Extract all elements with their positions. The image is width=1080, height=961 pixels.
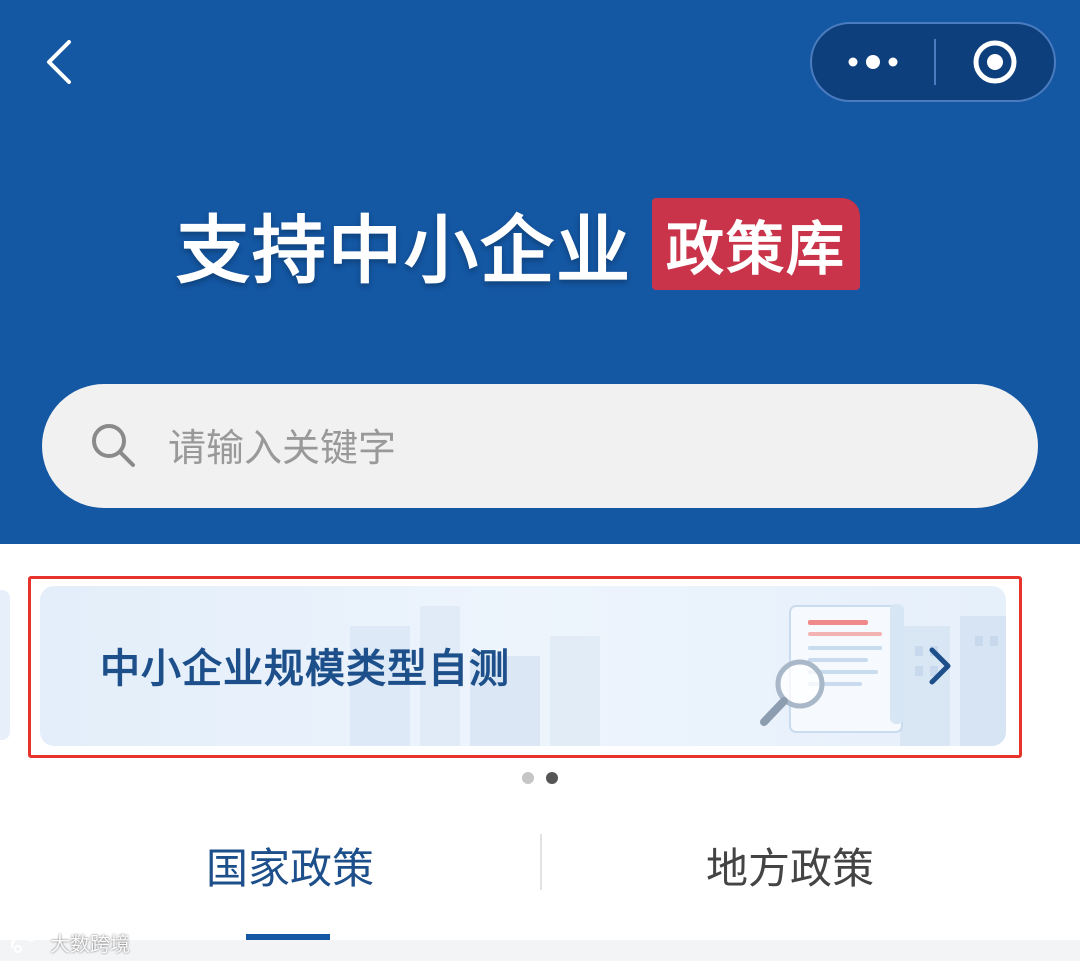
tab-label: 国家政策 — [205, 843, 374, 893]
highlight-outline — [28, 576, 1022, 758]
tab-national-policy[interactable]: 国家政策 — [160, 830, 420, 900]
target-close-icon — [973, 40, 1017, 84]
tab-label: 地方政策 — [705, 843, 874, 893]
title-badge: 政策库 — [652, 198, 861, 290]
carousel-prev-peek — [0, 590, 10, 740]
back-button[interactable] — [28, 30, 88, 94]
watermark-logo-icon — [10, 935, 48, 953]
page-title: 支持中小企业 政策库 — [176, 196, 861, 294]
search-input[interactable] — [168, 418, 988, 478]
watermark-text: 大数跨境 — [50, 931, 130, 956]
tab-active-indicator — [246, 934, 330, 940]
title-main: 支持中小企业 — [176, 207, 632, 294]
tab-local-policy[interactable]: 地方政策 — [660, 830, 920, 900]
search-icon — [92, 424, 135, 467]
more-dots-icon — [848, 55, 898, 69]
carousel-dot-active[interactable] — [546, 772, 558, 784]
chevron-left-icon — [47, 40, 71, 84]
mini-program-capsule — [810, 22, 1056, 102]
content-area-top — [0, 940, 1080, 961]
close-button[interactable] — [936, 24, 1054, 100]
more-button[interactable] — [812, 24, 934, 100]
watermark: 大数跨境 — [8, 928, 130, 956]
carousel-dot[interactable] — [522, 772, 534, 784]
tab-divider — [540, 834, 542, 890]
